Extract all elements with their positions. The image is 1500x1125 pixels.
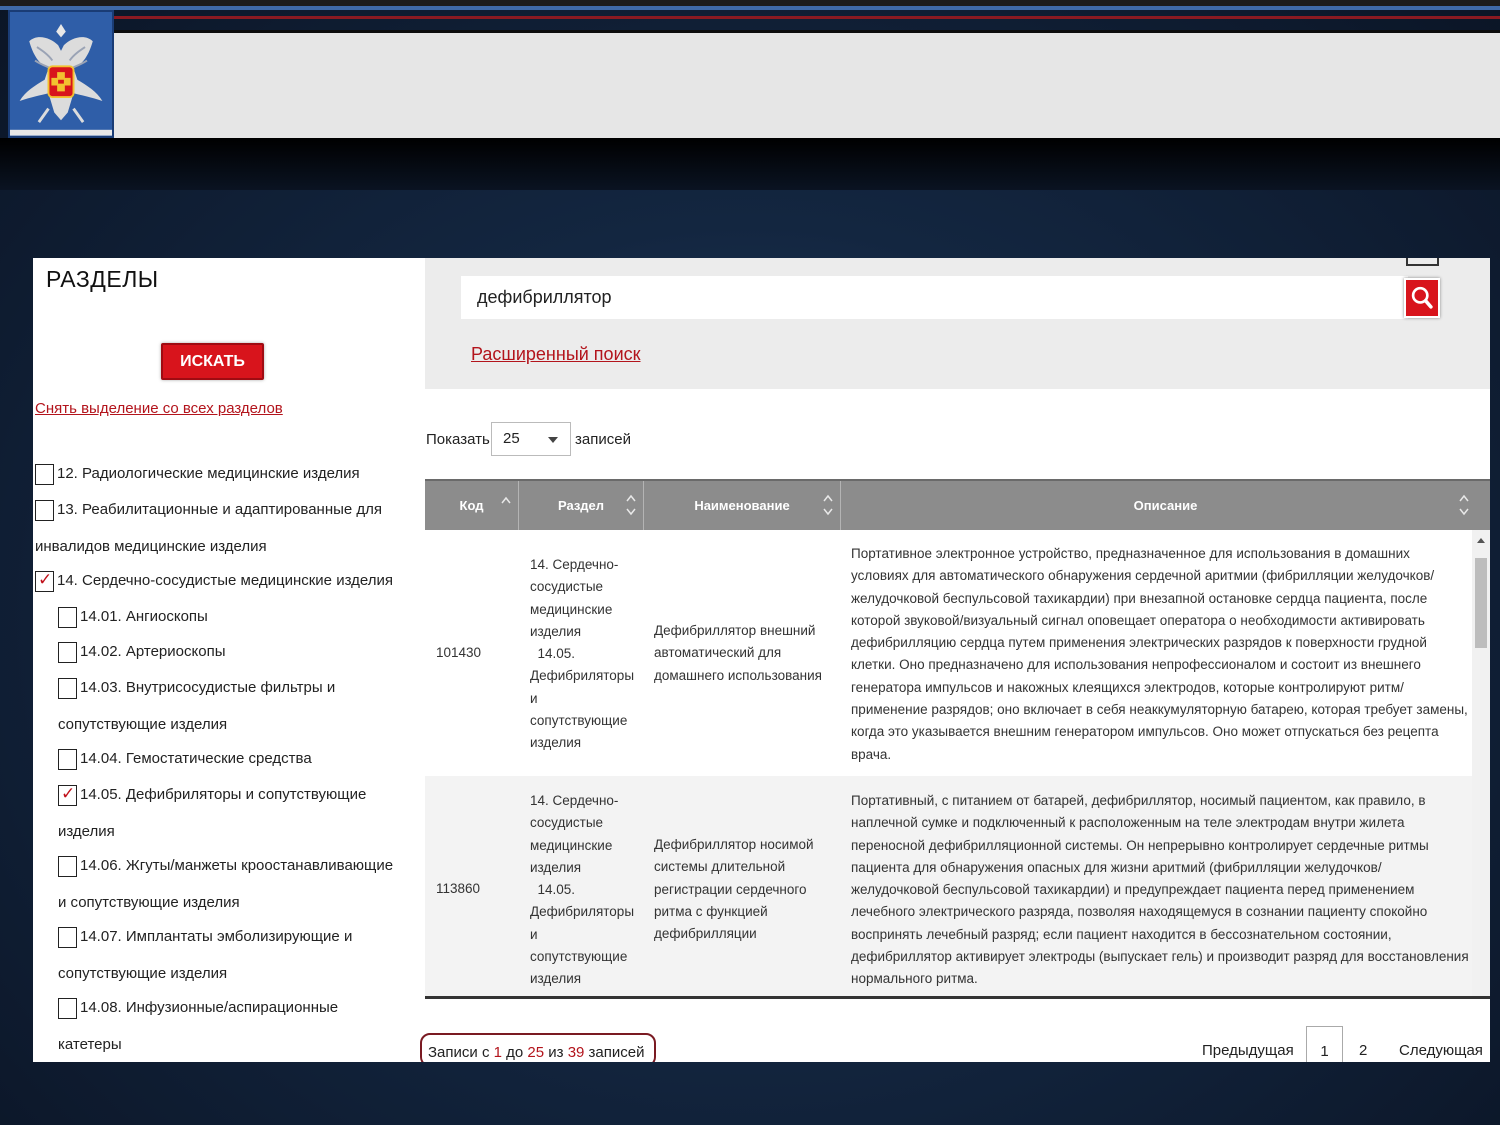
search-sections-button[interactable]: ИСКАТЬ: [161, 343, 264, 380]
section-label-continued: катетеры: [58, 1036, 122, 1053]
page-length-select[interactable]: 25: [491, 422, 571, 456]
table-row[interactable]: 101430 14. Сердечно- сосудистые медицинс…: [425, 530, 1473, 776]
section-label: 14.03. Внутрисосудистые фильтры и: [80, 679, 336, 696]
section-label: 14.05. Дефибриляторы и сопутствующие: [80, 786, 367, 803]
sort-both-icon: [823, 494, 833, 516]
search-icon: [1411, 286, 1433, 309]
section-label-continued: инвалидов медицинские изделия: [35, 538, 267, 555]
records-info: Записи с 1 до 25 из 39 записей: [420, 1033, 656, 1062]
section-checkbox[interactable]: [58, 927, 77, 948]
column-header-code[interactable]: Код: [425, 481, 519, 530]
column-title: Раздел: [557, 498, 605, 513]
results-table-body: 101430 14. Сердечно- сосудистые медицинс…: [425, 530, 1490, 996]
section-label: 14.02. Артериоскопы: [80, 643, 226, 660]
results-table-header: Код Раздел Наименование Описание: [425, 479, 1490, 530]
sections-sidebar: РАЗДЕЛЫ ИСКАТЬ Снять выделение со всех р…: [33, 258, 425, 1062]
section-label: 14.06. Жгуты/манжеты кроостанавливающие: [80, 857, 394, 874]
column-title: Описание: [1133, 498, 1198, 513]
section-label-continued: изделия: [58, 823, 115, 840]
slide-header-strip: [112, 30, 1500, 138]
pagination-next[interactable]: Следующая: [1399, 1042, 1483, 1059]
section-label-continued: и сопутствующие изделия: [58, 894, 240, 911]
section-checkbox[interactable]: [35, 464, 54, 485]
emblem-logo: [8, 10, 114, 138]
sort-both-icon: [1459, 494, 1469, 516]
cell-code: 101430: [436, 645, 482, 660]
slide-top-line-blue: [0, 6, 1500, 10]
double-headed-eagle-icon: [10, 12, 112, 136]
column-header-name[interactable]: Наименование: [644, 481, 841, 530]
checkmark-icon: ✓: [61, 784, 76, 803]
table-scrollbar[interactable]: [1472, 530, 1490, 996]
section-label: 14.07. Имплантаты эмболизирующие и: [80, 928, 353, 945]
column-header-section[interactable]: Раздел: [519, 481, 644, 530]
cell-name: Дефибриллятор носимой системы длительной…: [654, 837, 814, 942]
slide-top-line-red: [112, 16, 1500, 19]
section-checkbox-checked[interactable]: ✓: [35, 570, 54, 592]
section-label: 14.08. Инфузионные/аспирационные: [80, 999, 339, 1016]
section-label: 14.04. Гемостатические средства: [80, 750, 312, 767]
pagination-page-1[interactable]: 1: [1306, 1026, 1343, 1062]
section-checkbox[interactable]: [58, 607, 77, 628]
sort-both-icon: [626, 494, 636, 516]
section-checkbox[interactable]: [58, 749, 77, 770]
section-checkbox[interactable]: [58, 856, 77, 877]
section-label-continued: сопутствующие изделия: [58, 716, 228, 733]
page-length-suffix: записей: [575, 431, 631, 448]
clear-selection-link[interactable]: Снять выделение со всех разделов: [35, 400, 283, 417]
search-input[interactable]: дефибриллятор: [461, 276, 1408, 319]
screenshot-panel: РАЗДЕЛЫ ИСКАТЬ Снять выделение со всех р…: [33, 258, 1490, 1062]
scroll-up-arrow-icon[interactable]: [1477, 538, 1485, 543]
column-header-description[interactable]: Описание: [841, 481, 1490, 530]
sections-title: РАЗДЕЛЫ: [46, 266, 159, 292]
section-checkbox[interactable]: [58, 998, 77, 1019]
slide-black-band: [0, 138, 1500, 190]
cell-code: 113860: [436, 881, 481, 896]
section-label: 13. Реабилитационные и адаптированные дл…: [57, 501, 383, 518]
column-title: Код: [459, 498, 484, 513]
cell-section: 14. Сердечно- сосудистые медицинские изд…: [530, 557, 635, 751]
checkmark-icon: ✓: [38, 570, 53, 589]
caret-down-icon: [548, 437, 558, 443]
top-control-fragment: [1406, 258, 1439, 266]
pagination-page-2[interactable]: 2: [1359, 1042, 1367, 1059]
section-label: 14. Сердечно-сосудистые медицинские изде…: [57, 572, 393, 589]
page-length-prefix: Показать: [426, 431, 490, 448]
page-length-value: 25: [503, 430, 520, 447]
section-label-continued: сопутствующие изделия: [58, 965, 228, 982]
cell-description: Портативный, с питанием от батарей, дефи…: [851, 793, 1469, 987]
pagination-previous[interactable]: Предыдущая: [1202, 1042, 1294, 1059]
section-checkbox[interactable]: [58, 642, 77, 663]
search-button[interactable]: [1404, 278, 1440, 318]
scroll-thumb[interactable]: [1475, 558, 1487, 648]
advanced-search-link[interactable]: Расширенный поиск: [471, 344, 641, 365]
table-bottom-border: [425, 996, 1490, 999]
cell-name: Дефибриллятор внешний автоматический для…: [654, 623, 822, 683]
sort-asc-icon: [501, 496, 511, 504]
table-row[interactable]: 113860 14. Сердечно- сосудистые медицинс…: [425, 776, 1473, 996]
section-label: 12. Радиологические медицинские изделия: [57, 465, 360, 482]
cell-section: 14. Сердечно- сосудистые медицинские изд…: [530, 793, 635, 987]
cell-description: Портативное электронное устройство, пред…: [851, 546, 1468, 762]
column-title: Наименование: [694, 498, 790, 513]
search-area: дефибриллятор Расширенный поиск: [425, 258, 1490, 389]
section-checkbox[interactable]: [58, 678, 77, 699]
section-checkbox[interactable]: [35, 500, 54, 521]
section-label: 14.01. Ангиоскопы: [80, 608, 208, 625]
section-checkbox-checked[interactable]: ✓: [58, 784, 77, 806]
